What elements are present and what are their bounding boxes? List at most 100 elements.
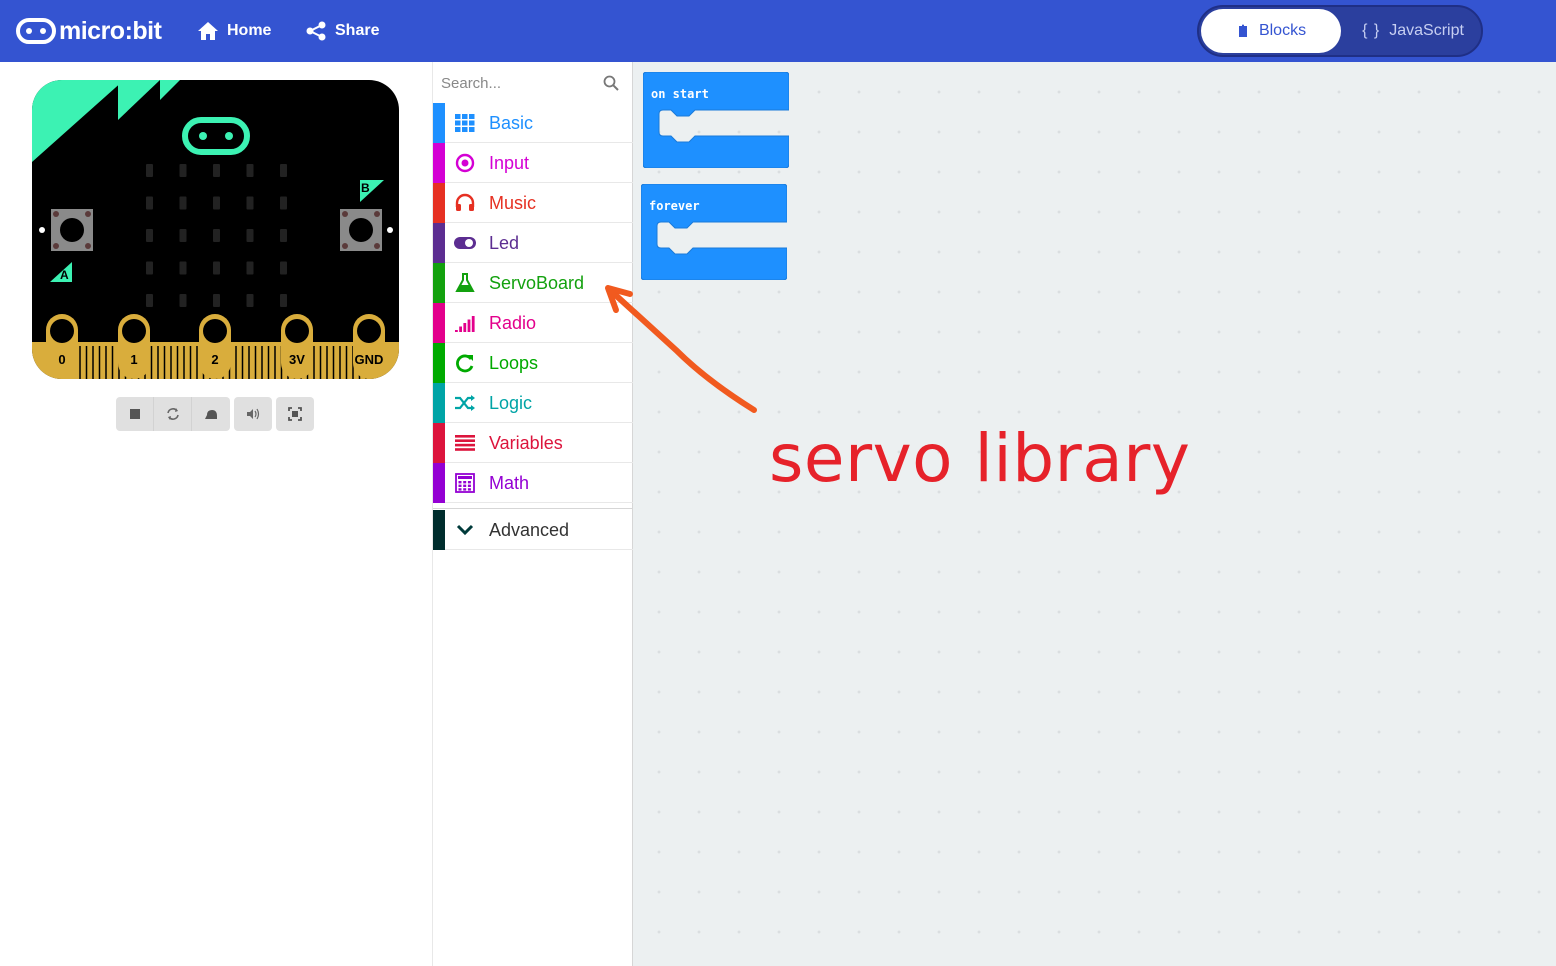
category-label: ServoBoard xyxy=(489,273,585,293)
category-label: Basic xyxy=(489,113,534,133)
chevron-down-icon xyxy=(453,519,477,541)
category-advanced[interactable]: Advanced xyxy=(433,510,633,550)
led xyxy=(179,196,187,210)
led xyxy=(246,164,254,177)
fullscreen-button[interactable] xyxy=(276,397,314,431)
editor-toggle: Blocks { } JavaScript xyxy=(1197,5,1483,57)
on-start-block[interactable]: on start xyxy=(643,72,789,168)
shuffle-icon xyxy=(453,392,477,414)
category-label: Radio xyxy=(489,313,537,333)
led xyxy=(280,261,287,275)
target-icon xyxy=(453,152,477,174)
pin-0[interactable]: 0 xyxy=(46,314,78,379)
stop-icon xyxy=(129,409,140,419)
led xyxy=(179,164,187,177)
led xyxy=(179,261,187,275)
category-label: Variables xyxy=(489,433,563,453)
share-label: Share xyxy=(335,22,380,39)
home-label: Home xyxy=(227,22,272,39)
category-input[interactable]: Input xyxy=(433,143,633,183)
category-color-bar xyxy=(433,223,445,263)
led xyxy=(246,196,254,210)
mute-button[interactable] xyxy=(234,397,272,431)
microbit-logo[interactable]: micro:bit xyxy=(16,14,162,48)
snail-icon xyxy=(205,410,217,419)
button-b-label: B xyxy=(361,181,370,195)
calculator-icon xyxy=(453,472,477,494)
category-led[interactable]: Led xyxy=(433,223,633,263)
led xyxy=(146,229,153,242)
led xyxy=(280,294,287,307)
category-color-bar xyxy=(433,510,445,550)
category-color-bar xyxy=(433,383,445,423)
search-icon[interactable] xyxy=(603,75,619,91)
led xyxy=(146,164,153,177)
pin-label: 1 xyxy=(130,352,137,367)
category-color-bar xyxy=(433,103,445,143)
category-color-bar xyxy=(433,343,445,383)
category-color-bar xyxy=(433,143,445,183)
slow-mo-button[interactable] xyxy=(192,397,230,431)
led xyxy=(213,164,220,177)
pin-gnd[interactable]: GND xyxy=(353,314,385,379)
category-music[interactable]: Music xyxy=(433,183,633,223)
led xyxy=(213,229,220,242)
led xyxy=(213,196,220,210)
grid-icon xyxy=(453,112,477,134)
led xyxy=(146,294,153,307)
restart-icon xyxy=(166,408,179,420)
share-button[interactable]: Share xyxy=(305,18,379,44)
forever-label: forever xyxy=(649,199,700,213)
blocks-tab[interactable]: Blocks xyxy=(1201,9,1341,53)
led xyxy=(179,294,187,307)
led xyxy=(146,196,153,210)
category-color-bar xyxy=(433,303,445,343)
category-math[interactable]: Math xyxy=(433,463,633,503)
pin-label: GND xyxy=(355,352,384,367)
signal-icon xyxy=(453,312,477,334)
button-b[interactable] xyxy=(340,209,382,251)
simulator-controls xyxy=(116,397,314,431)
pin-label: 2 xyxy=(211,352,218,367)
on-start-label: on start xyxy=(651,87,709,101)
home-button[interactable]: Home xyxy=(197,18,271,44)
microbit-board[interactable]: A B 0 1 2 3V GND xyxy=(32,80,399,379)
button-a-label: A xyxy=(60,268,69,282)
blocks-workspace[interactable]: on start forever xyxy=(633,62,1556,966)
pin-1[interactable]: 1 xyxy=(118,314,150,379)
headphones-icon xyxy=(453,192,477,214)
restart-button[interactable] xyxy=(154,397,192,431)
javascript-tab-label: JavaScript xyxy=(1389,22,1464,39)
pin-label: 0 xyxy=(58,352,65,367)
category-variables[interactable]: Variables xyxy=(433,423,633,463)
category-color-bar xyxy=(433,263,445,303)
led xyxy=(280,164,287,177)
category-label: Music xyxy=(489,193,537,213)
category-color-bar xyxy=(433,423,445,463)
led xyxy=(146,261,153,275)
forever-block[interactable]: forever xyxy=(641,184,787,280)
toggle-icon xyxy=(453,232,477,254)
logo-text: micro:bit xyxy=(59,16,162,45)
category-label: Input xyxy=(489,153,530,173)
list-icon xyxy=(453,432,477,454)
home-icon xyxy=(198,22,218,40)
led xyxy=(179,229,187,242)
category-label: Loops xyxy=(489,353,539,373)
category-basic[interactable]: Basic xyxy=(433,103,633,143)
search-input[interactable] xyxy=(441,70,601,96)
puzzle-piece-icon xyxy=(1238,24,1247,37)
refresh-icon xyxy=(453,352,477,374)
annotation-text: servo library xyxy=(769,420,1191,497)
led xyxy=(280,196,287,210)
button-a[interactable] xyxy=(51,209,93,251)
pin-3v[interactable]: 3V xyxy=(281,314,313,379)
led xyxy=(213,261,220,275)
stop-button[interactable] xyxy=(116,397,154,431)
category-label: Logic xyxy=(489,393,533,413)
volume-icon xyxy=(247,408,260,420)
share-icon xyxy=(306,21,326,41)
advanced-separator xyxy=(433,508,633,509)
pin-2[interactable]: 2 xyxy=(199,314,231,379)
javascript-tab[interactable]: { } JavaScript xyxy=(1345,9,1481,53)
